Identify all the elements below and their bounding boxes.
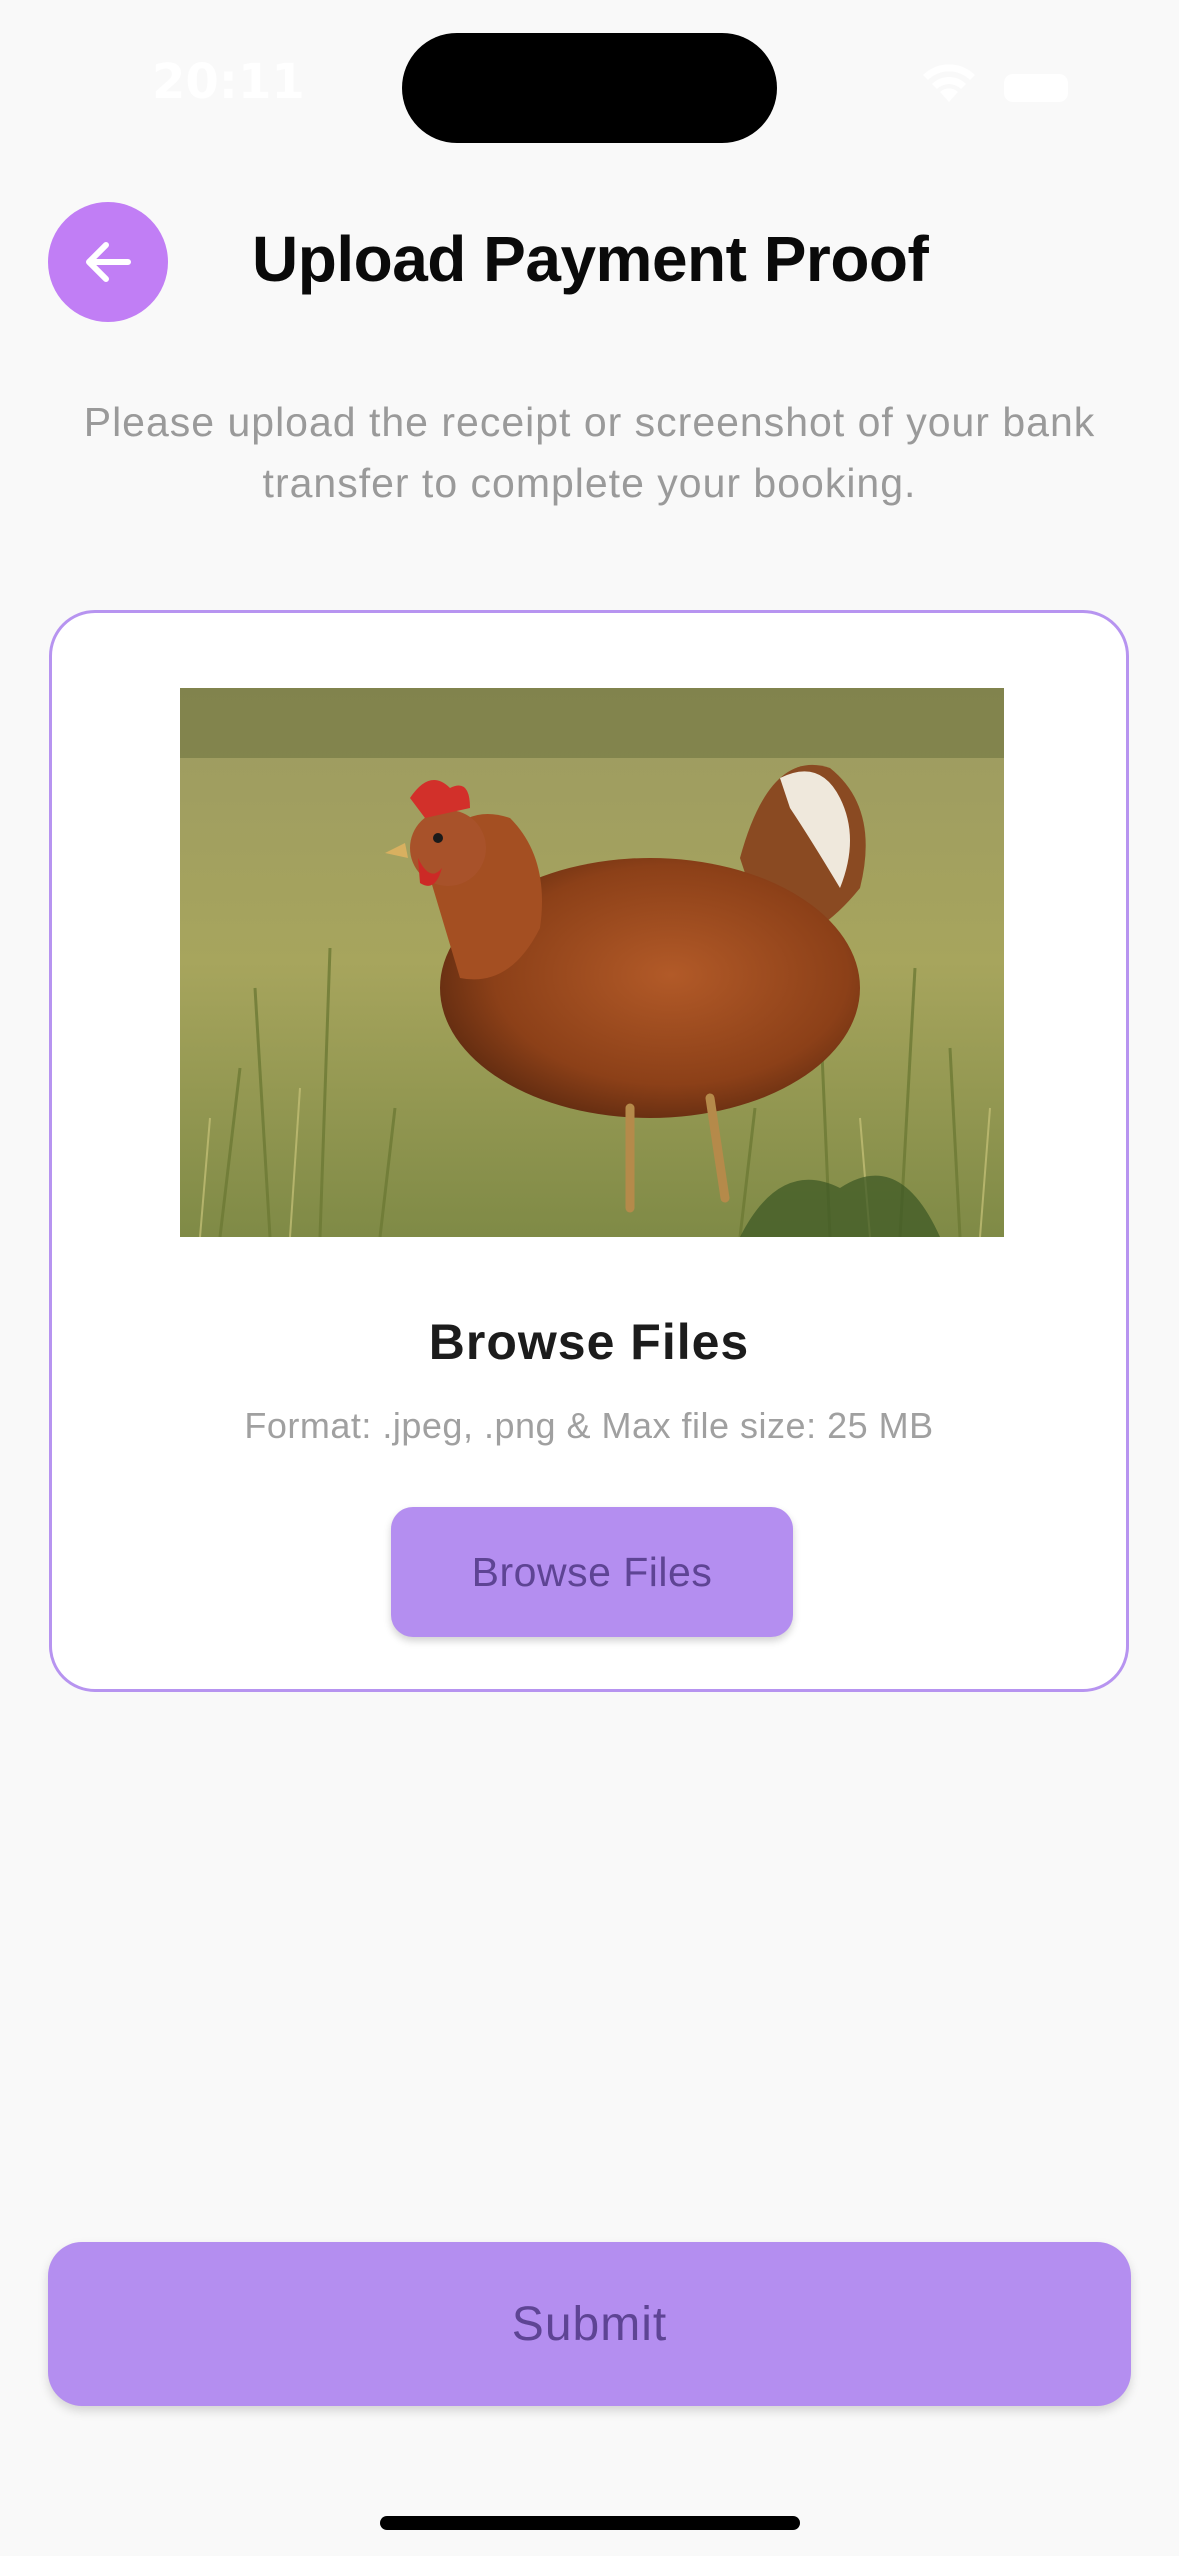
instructions-text: Please upload the receipt or screenshot … xyxy=(83,399,1096,506)
preview-image xyxy=(180,688,1004,1237)
browse-files-button[interactable]: Browse Files xyxy=(391,1507,793,1637)
submit-button[interactable]: Submit xyxy=(48,2242,1131,2406)
home-indicator[interactable] xyxy=(380,2516,800,2530)
upload-card: Browse Files Format: .jpeg, .png & Max f… xyxy=(49,610,1129,1692)
upload-card-title: Browse Files xyxy=(428,1314,750,1370)
back-button[interactable] xyxy=(48,202,168,322)
battery-icon xyxy=(1004,74,1068,102)
arrow-left-icon xyxy=(86,242,131,282)
dynamic-island xyxy=(402,33,777,143)
status-time: 20:11 xyxy=(152,54,305,110)
format-info-text: Format: .jpeg, .png & Max file size: 25 … xyxy=(244,1405,934,1446)
wifi-icon xyxy=(923,64,975,102)
page-title: Upload Payment Proof xyxy=(252,223,929,295)
